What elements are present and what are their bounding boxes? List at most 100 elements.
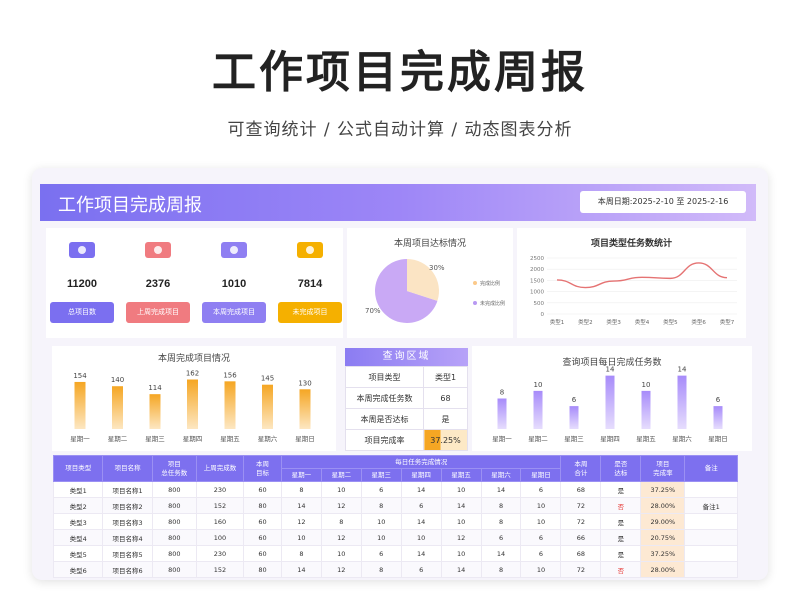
last-week-done-button[interactable]: 上周完成项目 <box>126 302 190 323</box>
table-cell[interactable]: 14 <box>280 561 322 578</box>
rate-cell[interactable]: 29.00% <box>640 513 686 530</box>
table-cell[interactable]: 60 <box>243 545 282 562</box>
table-cell[interactable]: 6 <box>520 545 562 562</box>
table-cell[interactable]: 8 <box>360 561 402 578</box>
table-cell[interactable]: 项目名称5 <box>102 545 153 562</box>
table-cell[interactable]: 项目名称6 <box>102 561 153 578</box>
table-cell[interactable]: 152 <box>195 561 245 578</box>
table-cell[interactable]: 8 <box>360 497 402 514</box>
table-cell[interactable]: 72 <box>560 513 602 530</box>
table-cell[interactable]: 68 <box>560 545 602 562</box>
table-cell[interactable]: 80 <box>243 497 282 514</box>
table-cell[interactable]: 10 <box>520 561 562 578</box>
table-cell[interactable]: 800 <box>151 561 197 578</box>
table-cell[interactable]: 72 <box>560 497 602 514</box>
table-cell[interactable]: 8 <box>480 497 522 514</box>
table-cell[interactable]: 800 <box>151 545 197 562</box>
table-cell[interactable]: 类型4 <box>52 529 104 546</box>
table-cell[interactable]: 6 <box>520 529 562 546</box>
table-cell[interactable]: 10 <box>440 513 482 530</box>
table-cell[interactable]: 152 <box>195 497 245 514</box>
rate-cell[interactable]: 28.00% <box>640 497 686 514</box>
table-cell[interactable]: 60 <box>243 529 282 546</box>
table-cell[interactable] <box>684 545 738 562</box>
table-cell[interactable]: 8 <box>480 513 522 530</box>
table-cell[interactable]: 14 <box>440 561 482 578</box>
table-row[interactable]: 类型2 项目名称2 800 152 80 14 12 8 6 14 8 10 72 否 28.00% 备注1 <box>52 497 738 514</box>
table-cell[interactable]: 100 <box>195 529 245 546</box>
date-range-box[interactable]: 本周日期:2025-2-10 至 2025-2-16 <box>580 191 746 213</box>
table-cell[interactable]: 10 <box>280 529 322 546</box>
table-cell[interactable] <box>684 561 738 578</box>
total-projects-button[interactable]: 总项目数 <box>50 302 114 323</box>
table-row[interactable]: 类型1 项目名称1 800 230 60 8 10 6 14 10 14 6 68 是 37.25% <box>52 481 738 498</box>
table-cell[interactable]: 800 <box>151 529 197 546</box>
this-week-done-button[interactable]: 本周完成项目 <box>202 302 266 323</box>
table-row[interactable]: 类型6 项目名称6 800 152 80 14 12 8 6 14 8 10 72 否 28.00% <box>52 561 738 578</box>
table-cell[interactable]: 800 <box>151 497 197 514</box>
table-cell[interactable]: 72 <box>560 561 602 578</box>
table-cell[interactable]: 60 <box>243 481 282 498</box>
qualified-cell[interactable]: 是 <box>600 529 642 546</box>
qualified-cell[interactable]: 是 <box>600 545 642 562</box>
table-cell[interactable]: 230 <box>195 481 245 498</box>
table-cell[interactable]: 8 <box>480 561 522 578</box>
table-cell[interactable]: 80 <box>243 561 282 578</box>
table-row[interactable]: 类型5 项目名称5 800 230 60 8 10 6 14 10 14 6 68 是 37.25% <box>52 545 738 562</box>
table-cell[interactable]: 60 <box>243 513 282 530</box>
table-cell[interactable]: 68 <box>560 481 602 498</box>
table-cell[interactable]: 8 <box>320 513 362 530</box>
undone-projects-button[interactable]: 未完成项目 <box>278 302 342 323</box>
table-cell[interactable]: 备注1 <box>684 497 738 514</box>
table-cell[interactable] <box>684 481 738 498</box>
table-cell[interactable]: 类型6 <box>52 561 104 578</box>
table-cell[interactable]: 14 <box>480 481 522 498</box>
table-cell[interactable]: 160 <box>195 513 245 530</box>
table-cell[interactable]: 类型3 <box>52 513 104 530</box>
table-cell[interactable]: 14 <box>400 513 442 530</box>
table-cell[interactable]: 800 <box>151 513 197 530</box>
qualified-cell[interactable]: 是 <box>600 513 642 530</box>
table-cell[interactable]: 8 <box>280 481 322 498</box>
table-cell[interactable]: 10 <box>360 529 402 546</box>
table-cell[interactable]: 10 <box>400 529 442 546</box>
table-cell[interactable]: 6 <box>360 481 402 498</box>
table-row[interactable]: 类型3 项目名称3 800 160 60 12 8 10 14 10 8 10 72 是 29.00% <box>52 513 738 530</box>
table-cell[interactable]: 14 <box>440 497 482 514</box>
qualified-cell[interactable]: 是 <box>600 481 642 498</box>
qualified-cell[interactable]: 否 <box>600 561 642 578</box>
rate-cell[interactable]: 20.75% <box>640 529 686 546</box>
table-cell[interactable]: 14 <box>400 481 442 498</box>
table-cell[interactable]: 类型5 <box>52 545 104 562</box>
table-cell[interactable]: 10 <box>440 481 482 498</box>
project-type-select[interactable]: 类型1 <box>423 366 468 388</box>
table-cell[interactable] <box>684 529 738 546</box>
table-cell[interactable]: 6 <box>480 529 522 546</box>
table-cell[interactable] <box>684 513 738 530</box>
table-cell[interactable]: 类型1 <box>52 481 104 498</box>
table-cell[interactable]: 12 <box>280 513 322 530</box>
table-cell[interactable]: 12 <box>320 561 362 578</box>
table-cell[interactable]: 6 <box>400 561 442 578</box>
table-cell[interactable]: 230 <box>195 545 245 562</box>
table-cell[interactable]: 6 <box>400 497 442 514</box>
table-cell[interactable]: 12 <box>320 497 362 514</box>
rate-cell[interactable]: 28.00% <box>640 561 686 578</box>
table-cell[interactable]: 14 <box>280 497 322 514</box>
table-cell[interactable]: 项目名称3 <box>102 513 153 530</box>
table-cell[interactable]: 12 <box>320 529 362 546</box>
table-cell[interactable]: 10 <box>360 513 402 530</box>
table-cell[interactable]: 项目名称1 <box>102 481 153 498</box>
qualified-cell[interactable]: 否 <box>600 497 642 514</box>
table-cell[interactable]: 14 <box>400 545 442 562</box>
table-row[interactable]: 类型4 项目名称4 800 100 60 10 12 10 10 12 6 6 66 是 20.75% <box>52 529 738 546</box>
table-cell[interactable]: 项目名称4 <box>102 529 153 546</box>
rate-cell[interactable]: 37.25% <box>640 545 686 562</box>
table-cell[interactable]: 10 <box>520 513 562 530</box>
table-cell[interactable]: 10 <box>440 545 482 562</box>
table-cell[interactable]: 8 <box>280 545 322 562</box>
table-cell[interactable]: 10 <box>320 545 362 562</box>
table-cell[interactable]: 项目名称2 <box>102 497 153 514</box>
table-cell[interactable]: 类型2 <box>52 497 104 514</box>
table-cell[interactable]: 6 <box>360 545 402 562</box>
